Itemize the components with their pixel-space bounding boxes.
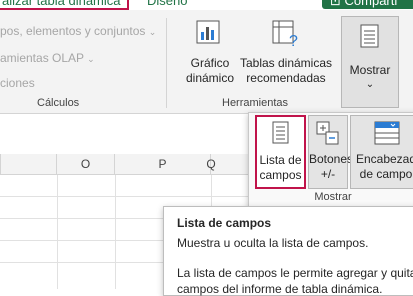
lista-de-campos-tooltip: Lista de campos Muestra u oculta la list…	[163, 206, 413, 296]
gridline	[115, 175, 116, 289]
tab-analizar-tabla-dinamica[interactable]: alizar tabla dinámica	[0, 0, 129, 10]
ribbon: pos, elementos y conjuntos ⌄ amientas OL…	[0, 10, 413, 114]
field-list-icon	[272, 121, 289, 144]
gridline	[57, 175, 58, 289]
tablas-label-1: Tablas dinámicas	[239, 56, 333, 70]
tooltip-short-description: Muestra u oculta la lista de campos.	[177, 236, 369, 250]
menu-label: ciones	[0, 76, 35, 90]
share-icon: ⊡	[330, 0, 345, 8]
chevron-down-icon: ⌄	[365, 79, 375, 90]
encabezados-de-campo-button[interactable]: Encabezad de campo	[350, 115, 413, 189]
column-header-N[interactable]	[0, 154, 57, 174]
lista-label-1: Lista de	[259, 153, 302, 167]
tablas-label-2: recomendadas	[246, 71, 326, 85]
tooltip-long-description-2: campos del informe de tabla dinámica.	[177, 282, 383, 296]
chevron-down-icon: ⌄	[148, 27, 157, 37]
group-label-herramientas: Herramientas	[222, 97, 289, 109]
relaciones-button[interactable]: ciones	[0, 76, 35, 90]
lista-label-2: campos	[259, 168, 302, 182]
gridline	[0, 196, 250, 197]
ribbon-tab-strip: alizar tabla dinámica Diseño ⊡ Comparti	[0, 0, 413, 10]
svg-text:?: ?	[289, 33, 298, 48]
mostrar-dropdown-panel: Lista de campos Botones +/- Encabezad de…	[248, 112, 413, 208]
lista-de-campos-button[interactable]: Lista de campos	[255, 115, 306, 189]
mostrar-button[interactable]: Mostrar ⌄	[341, 16, 399, 108]
menu-label: amientas OLAP	[0, 51, 84, 65]
menu-label: pos, elementos y conjuntos	[0, 24, 146, 38]
column-header-O[interactable]: O	[57, 154, 115, 174]
mostrar-label: Mostrar	[349, 63, 391, 77]
share-label: Comparti	[344, 0, 398, 8]
encabezados-label-2: de campo	[359, 167, 413, 181]
grafico-label-2: dinámico	[185, 71, 235, 85]
campos-elementos-conjuntos-menu[interactable]: pos, elementos y conjuntos ⌄	[0, 24, 156, 38]
encabezados-label-1: Encabezad	[355, 152, 413, 166]
grafico-label-1: Gráfico	[190, 56, 230, 70]
group-separator	[166, 18, 167, 108]
field-headers-icon	[374, 121, 400, 145]
column-header-Q-label: Q	[206, 157, 216, 171]
herramientas-olap-menu[interactable]: amientas OLAP ⌄	[0, 51, 95, 65]
group-label-mostrar: Mostrar	[314, 191, 352, 203]
tooltip-long-description-1: La lista de campos le permite agregar y …	[177, 266, 413, 280]
show-list-icon	[360, 24, 379, 48]
group-label-calculos: Cálculos	[37, 97, 80, 109]
tab-diseno[interactable]: Diseño	[147, 0, 187, 8]
expand-collapse-icon	[316, 121, 339, 145]
botones-mas-menos-button[interactable]: Botones +/-	[308, 115, 354, 189]
tablas-dinamicas-recomendadas-button[interactable]: ? Tablas dinámicas recomendadas	[238, 18, 334, 96]
share-button[interactable]: ⊡ Comparti	[322, 0, 413, 9]
pivot-chart-icon	[196, 20, 220, 44]
grafico-dinamico-button[interactable]: Gráfico dinámico	[180, 18, 240, 96]
tooltip-title: Lista de campos	[177, 216, 272, 230]
botones-label-2: +/-	[320, 167, 336, 181]
chevron-down-icon: ⌄	[87, 54, 95, 64]
botones-label-1: Botones	[309, 152, 354, 166]
recommended-pivot-icon: ?	[272, 20, 298, 48]
